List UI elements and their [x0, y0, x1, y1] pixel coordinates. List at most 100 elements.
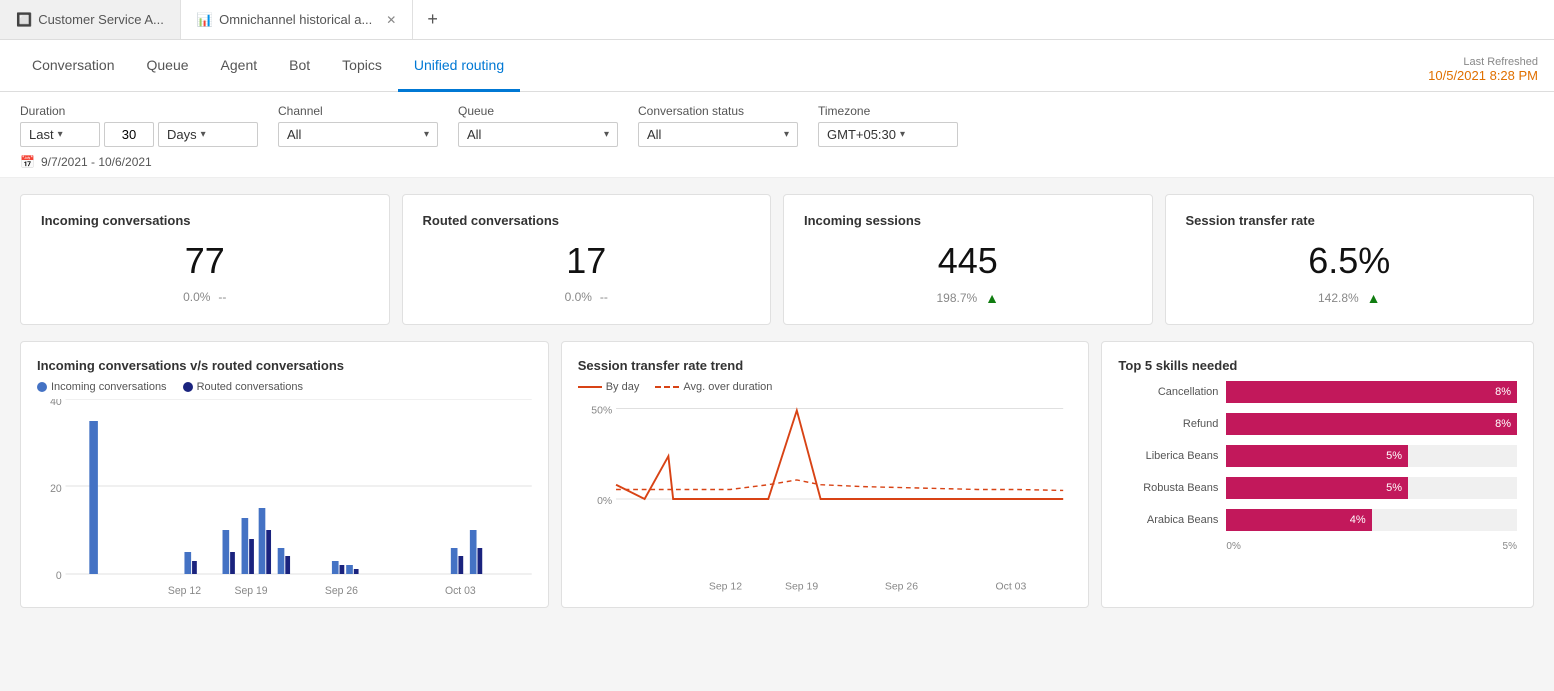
kpi-routed-conversations: Routed conversations 17 0.0% -- [402, 194, 772, 325]
kpi-routed-conversations-title: Routed conversations [423, 213, 751, 228]
timezone-filter: Timezone GMT+05:30 ▾ [818, 104, 958, 147]
duration-preset-select[interactable]: Last ▾ [20, 122, 100, 147]
nav-tab-topics[interactable]: Topics [326, 40, 398, 92]
skill-bar-container-robusta: 5% [1226, 477, 1517, 499]
skills-x-0: 0% [1226, 541, 1240, 552]
legend-avg-duration-line [655, 386, 679, 388]
main-content: Incoming conversations 77 0.0% -- Routed… [0, 178, 1554, 624]
conversation-status-label: Conversation status [638, 104, 798, 118]
session-transfer-chart-title: Session transfer rate trend [578, 358, 1073, 373]
skill-label-liberica: Liberica Beans [1118, 450, 1218, 462]
browser-tab-2[interactable]: 📊 Omnichannel historical a... ✕ [181, 0, 413, 39]
svg-text:50%: 50% [591, 405, 612, 416]
queue-select[interactable]: All ▾ [458, 122, 618, 147]
skill-label-refund: Refund [1118, 418, 1218, 430]
queue-chevron: ▾ [604, 129, 609, 140]
kpi-incoming-conversations-trend: -- [218, 290, 226, 304]
svg-text:Oct 03: Oct 03 [445, 585, 476, 597]
skill-bar-refund: 8% [1226, 413, 1517, 435]
tab1-icon: 🔲 [16, 12, 32, 28]
svg-text:Sep 12: Sep 12 [168, 585, 201, 597]
line-chart-svg: 50% 0% Sep 12 Sep 19 Sep 26 Oct 03 [578, 399, 1073, 599]
nav-tab-unified-routing[interactable]: Unified routing [398, 40, 520, 92]
bar-chart-area: 40 20 0 [37, 399, 532, 599]
skill-bar-cancellation: 8% [1226, 381, 1517, 403]
channel-label: Channel [278, 104, 438, 118]
legend-by-day-label: By day [606, 381, 640, 393]
nav-tab-conversation[interactable]: Conversation [16, 40, 131, 92]
svg-text:Oct 03: Oct 03 [995, 581, 1026, 592]
svg-text:20: 20 [50, 483, 62, 495]
tab2-close[interactable]: ✕ [386, 13, 396, 27]
kpi-routed-conversations-value: 17 [423, 240, 751, 282]
svg-text:Sep 26: Sep 26 [325, 585, 358, 597]
nav-tab-agent[interactable]: Agent [205, 40, 274, 92]
kpi-session-transfer-rate-pct: 142.8% [1318, 291, 1359, 305]
kpi-session-transfer-rate-title: Session transfer rate [1186, 213, 1514, 228]
add-tab-button[interactable]: + [413, 0, 452, 39]
refresh-label: Last Refreshed [1428, 56, 1538, 68]
legend-avg-duration-label: Avg. over duration [683, 381, 772, 393]
conversation-status-chevron: ▾ [784, 129, 789, 140]
chart-row: Incoming conversations v/s routed conver… [20, 341, 1534, 608]
browser-tab-bar: 🔲 Customer Service A... 📊 Omnichannel hi… [0, 0, 1554, 40]
top-skills-chart-card: Top 5 skills needed Cancellation 8% Refu… [1101, 341, 1534, 608]
nav-bar: Conversation Queue Agent Bot Topics Unif… [0, 40, 1554, 92]
skill-bar-arabica: 4% [1226, 509, 1371, 531]
kpi-incoming-conversations: Incoming conversations 77 0.0% -- [20, 194, 390, 325]
tab1-label: Customer Service A... [38, 12, 164, 27]
timezone-select[interactable]: GMT+05:30 ▾ [818, 122, 958, 147]
kpi-routed-conversations-trend: -- [600, 290, 608, 304]
skill-bar-label-robusta: 5% [1386, 482, 1402, 494]
skills-x-5: 5% [1503, 541, 1517, 552]
channel-chevron: ▾ [424, 129, 429, 140]
kpi-incoming-conversations-pct: 0.0% [183, 290, 210, 304]
incoming-routed-legend: Incoming conversations Routed conversati… [37, 381, 532, 393]
refresh-info: Last Refreshed 10/5/2021 8:28 PM [1428, 56, 1538, 91]
browser-tab-1[interactable]: 🔲 Customer Service A... [0, 0, 181, 39]
svg-text:Sep 19: Sep 19 [234, 585, 267, 597]
skill-bar-label-cancellation: 8% [1495, 386, 1511, 398]
legend-incoming-dot [37, 382, 47, 392]
bar-chart-svg: 40 20 0 [37, 399, 532, 599]
nav-tab-queue[interactable]: Queue [131, 40, 205, 92]
skill-bar-container-refund: 8% [1226, 413, 1517, 435]
channel-select[interactable]: All ▾ [278, 122, 438, 147]
svg-text:0: 0 [56, 570, 62, 582]
svg-text:0%: 0% [597, 496, 612, 507]
duration-preset-chevron: ▾ [58, 129, 63, 140]
queue-filter: Queue All ▾ [458, 104, 618, 147]
legend-by-day: By day [578, 381, 640, 393]
legend-incoming: Incoming conversations [37, 381, 167, 393]
skill-bar-container-liberica: 5% [1226, 445, 1517, 467]
kpi-session-transfer-rate-arrow: ▲ [1367, 290, 1381, 306]
skill-row-refund: Refund 8% [1118, 413, 1517, 435]
skill-row-liberica: Liberica Beans 5% [1118, 445, 1517, 467]
tab2-label: Omnichannel historical a... [219, 12, 372, 27]
skill-bar-liberica: 5% [1226, 445, 1408, 467]
kpi-incoming-sessions-title: Incoming sessions [804, 213, 1132, 228]
duration-unit-select[interactable]: Days ▾ [158, 122, 258, 147]
timezone-chevron: ▾ [900, 129, 905, 140]
skill-bar-container-arabica: 4% [1226, 509, 1517, 531]
incoming-routed-chart-title: Incoming conversations v/s routed conver… [37, 358, 532, 373]
skill-label-arabica: Arabica Beans [1118, 514, 1218, 526]
skill-label-cancellation: Cancellation [1118, 386, 1218, 398]
skill-row-arabica: Arabica Beans 4% [1118, 509, 1517, 531]
skill-bar-robusta: 5% [1226, 477, 1408, 499]
incoming-routed-chart-card: Incoming conversations v/s routed conver… [20, 341, 549, 608]
skill-bar-container-cancellation: 8% [1226, 381, 1517, 403]
top-skills-chart-title: Top 5 skills needed [1118, 358, 1517, 373]
duration-value-input[interactable] [104, 122, 154, 147]
kpi-incoming-sessions-value: 445 [804, 240, 1132, 282]
kpi-row: Incoming conversations 77 0.0% -- Routed… [20, 194, 1534, 325]
session-transfer-legend: By day Avg. over duration [578, 381, 1073, 393]
kpi-incoming-conversations-value: 77 [41, 240, 369, 282]
kpi-incoming-sessions-arrow: ▲ [985, 290, 999, 306]
svg-text:40: 40 [50, 399, 62, 408]
conversation-status-filter: Conversation status All ▾ [638, 104, 798, 147]
conversation-status-select[interactable]: All ▾ [638, 122, 798, 147]
kpi-session-transfer-rate-value: 6.5% [1186, 240, 1514, 282]
skill-label-robusta: Robusta Beans [1118, 482, 1218, 494]
nav-tab-bot[interactable]: Bot [273, 40, 326, 92]
